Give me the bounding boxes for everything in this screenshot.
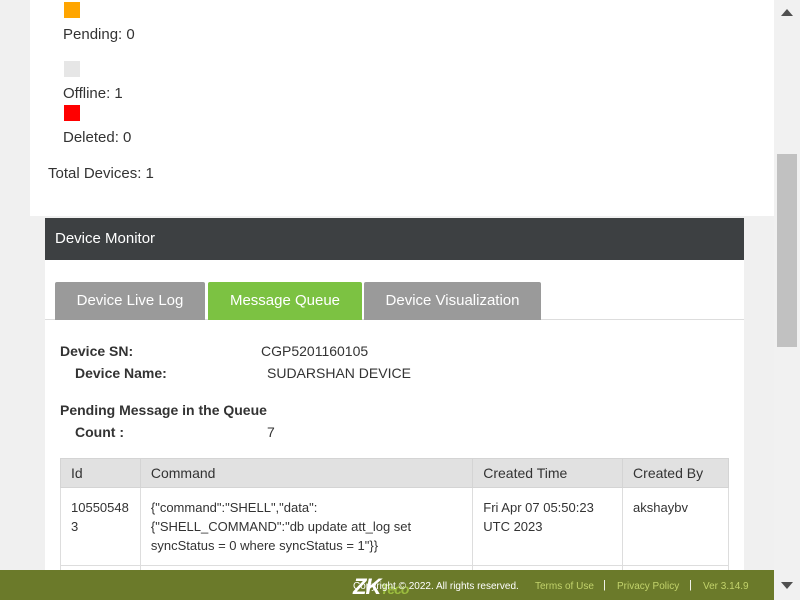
monitor-tabs: Device Live Log Message Queue Device Vis… bbox=[45, 282, 744, 320]
privacy-policy-link[interactable]: Privacy Policy bbox=[617, 581, 679, 592]
count-label: Count : bbox=[75, 424, 124, 440]
deleted-count-label: Deleted: 0 bbox=[63, 129, 132, 146]
tab-device-visualization[interactable]: Device Visualization bbox=[364, 282, 541, 320]
terms-of-use-link[interactable]: Terms of Use bbox=[535, 581, 594, 592]
tab-device-live-log[interactable]: Device Live Log bbox=[55, 282, 205, 320]
column-header-command[interactable]: Command bbox=[139, 458, 474, 488]
cell-created-time: Fri Apr 07 05:50:23 UTC 2023 bbox=[472, 487, 624, 566]
device-sn-value: CGP5201160105 bbox=[261, 343, 369, 359]
footer-separator: | bbox=[603, 579, 606, 591]
pending-count-label: Pending: 0 bbox=[63, 26, 135, 43]
message-queue-table: Id Command Created Time Created By 10550… bbox=[60, 458, 729, 570]
device-monitor-title: Device Monitor bbox=[45, 218, 744, 260]
device-monitor-panel: Device Monitor Device Live Log Message Q… bbox=[45, 218, 744, 570]
column-header-id[interactable]: Id bbox=[60, 458, 141, 488]
pending-queue-heading: Pending Message in the Queue bbox=[60, 402, 267, 418]
device-name-label: Device Name: bbox=[75, 365, 167, 381]
device-name-value: SUDARSHAN DEVICE bbox=[267, 365, 411, 381]
offline-legend-swatch bbox=[64, 61, 80, 77]
count-value: 7 bbox=[267, 424, 275, 440]
pending-legend-swatch bbox=[64, 2, 80, 18]
column-header-created-by[interactable]: Created By bbox=[622, 458, 729, 488]
scroll-down-arrow-icon[interactable] bbox=[781, 582, 793, 589]
offline-count-label: Offline: 1 bbox=[63, 85, 123, 102]
scroll-up-arrow-icon[interactable] bbox=[781, 9, 793, 16]
device-status-card: Pending: 0 Offline: 1 Deleted: 0 Total D… bbox=[30, 0, 774, 216]
device-sn-label: Device SN: bbox=[60, 343, 134, 359]
footer-separator: | bbox=[689, 579, 692, 591]
tab-message-queue[interactable]: Message Queue bbox=[208, 282, 362, 320]
page-footer: ZKTeco Copyright © 2022. All rights rese… bbox=[0, 570, 774, 600]
column-header-created-time[interactable]: Created Time bbox=[472, 458, 624, 488]
scrollbar-thumb[interactable] bbox=[777, 154, 797, 347]
cell-command: {"command":"SHELL","data":{"SHELL_COMMAN… bbox=[139, 487, 474, 566]
table-header-row: Id Command Created Time Created By bbox=[60, 458, 729, 488]
deleted-legend-swatch bbox=[64, 105, 80, 121]
total-devices-label: Total Devices: 1 bbox=[48, 165, 154, 182]
version-label: Ver 3.14.9 bbox=[703, 581, 749, 592]
cell-created-by: akshaybv bbox=[622, 487, 729, 566]
copyright-text: Copyright © 2022. All rights reserved. bbox=[353, 581, 519, 592]
table-row: 105505483 {"command":"SHELL","data":{"SH… bbox=[60, 487, 729, 566]
cell-id: 105505483 bbox=[60, 487, 141, 566]
